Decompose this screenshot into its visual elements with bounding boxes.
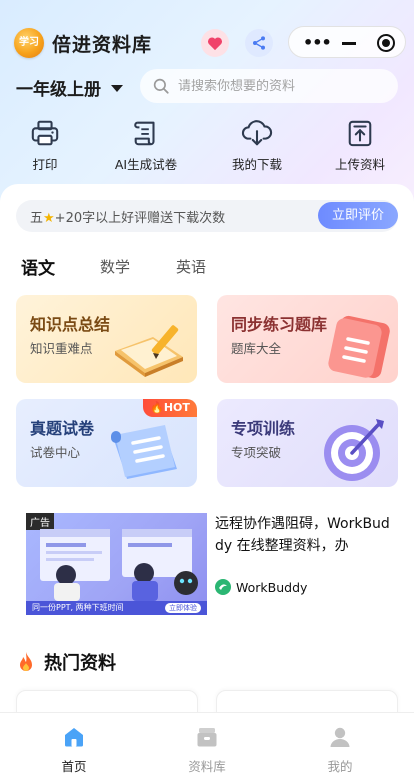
- tab-english[interactable]: 英语: [176, 256, 206, 277]
- subject-tabs: 语文 数学 英语: [0, 252, 414, 282]
- search-icon: [153, 78, 169, 94]
- app-header: 学习 倍进资料库 •••: [0, 26, 414, 62]
- logo-text: 学习: [19, 37, 39, 48]
- tab-chinese[interactable]: 语文: [20, 254, 56, 279]
- tabbar-label: 我的: [327, 759, 353, 774]
- tile-subtitle: 知识重难点: [30, 341, 93, 356]
- notebook-pencil-icon: [115, 325, 183, 377]
- main-content: 五★+20字以上好评赠送下载次数 立即评价 语文 数学 英语 知识点总结 知识重…: [0, 184, 414, 730]
- ad-strip-text: 同一份PPT, 两种下班时间: [32, 603, 124, 612]
- tile-title: 专项训练: [231, 419, 296, 438]
- more-menu-icon[interactable]: •••: [303, 33, 332, 52]
- tabbar-library[interactable]: 资料库: [167, 725, 247, 775]
- profile-icon: [330, 727, 350, 747]
- cloud-download-icon: [241, 120, 273, 146]
- scroll-icon: [134, 121, 155, 146]
- hot-badge: 🔥HOT: [143, 399, 197, 417]
- share-button[interactable]: [245, 29, 273, 57]
- miniprogram-capsule: •••: [288, 26, 406, 58]
- review-text: 五★+20字以上好评赠送下载次数: [30, 207, 225, 226]
- heart-icon: [207, 36, 223, 50]
- app-logo: 学习: [14, 28, 44, 58]
- workbuddy-logo-icon: [215, 579, 231, 595]
- minimize-icon[interactable]: [342, 42, 356, 45]
- tile-past-exams[interactable]: 真题试卷 试卷中心 🔥HOT: [16, 399, 197, 487]
- quick-actions: 打印 AI生成试卷 我的下载 上传资料: [0, 116, 414, 176]
- share-icon: [253, 36, 265, 50]
- hot-badge-text: HOT: [163, 401, 190, 414]
- question-bank-book-icon: [328, 315, 390, 379]
- tile-subtitle: 专项突破: [231, 445, 282, 460]
- tile-subtitle: 试卷中心: [30, 445, 81, 460]
- hot-section-title: 热门资料: [16, 649, 116, 675]
- upload-icon: [348, 120, 372, 147]
- quick-action-label: 上传资料: [334, 157, 385, 172]
- tile-title: 同步练习题库: [231, 315, 328, 334]
- ad-brand-name: WorkBuddy: [236, 579, 308, 595]
- tile-knowledge-summary[interactable]: 知识点总结 知识重难点: [16, 295, 197, 383]
- tile-title: 知识点总结: [30, 315, 111, 334]
- star-icon: ★: [43, 211, 55, 226]
- ad-strip: 同一份PPT, 两种下班时间 立即体验: [26, 601, 207, 615]
- tabbar-label: 首页: [61, 759, 87, 774]
- grade-label: 一年级上册: [16, 80, 101, 100]
- ad-block[interactable]: 广告 同一份PPT, 两种下班时间 立即体验 远程协作遇阻碍，WorkBuddy…: [26, 513, 398, 615]
- search-bar[interactable]: [140, 69, 398, 103]
- quick-action-label: 打印: [32, 157, 58, 172]
- ad-try-button[interactable]: 立即体验: [165, 603, 201, 613]
- tile-sync-practice[interactable]: 同步练习题库 题库大全: [217, 295, 398, 383]
- quick-action-label: AI生成试卷: [114, 157, 178, 172]
- exam-scroll-icon: [111, 425, 177, 479]
- search-input[interactable]: [178, 78, 388, 94]
- caret-down-icon: [111, 85, 123, 92]
- favorite-button[interactable]: [201, 29, 229, 57]
- tabbar-label: 资料库: [188, 759, 226, 774]
- ad-brand[interactable]: WorkBuddy: [215, 579, 307, 595]
- quick-action-ai-exam[interactable]: AI生成试卷: [101, 116, 191, 173]
- target-icon: [324, 419, 384, 481]
- fire-icon: [20, 652, 32, 671]
- archive-icon: [197, 728, 217, 747]
- grade-selector[interactable]: 一年级上册: [16, 75, 123, 100]
- ad-image[interactable]: 广告 同一份PPT, 两种下班时间 立即体验: [26, 513, 207, 615]
- tile-subtitle: 题库大全: [231, 341, 282, 356]
- tile-title: 真题试卷: [30, 419, 95, 438]
- review-now-button[interactable]: 立即评价: [318, 202, 398, 229]
- tile-special-training[interactable]: 专项训练 专项突破: [217, 399, 398, 487]
- hot-section-label: 热门资料: [44, 653, 116, 674]
- tab-math[interactable]: 数学: [100, 256, 130, 277]
- ad-illustration: [40, 529, 198, 601]
- quick-action-label: 我的下载: [231, 157, 282, 172]
- tabbar-home[interactable]: 首页: [34, 725, 114, 775]
- printer-icon: [31, 120, 59, 146]
- ad-text[interactable]: 远程协作遇阻碍，WorkBuddy 在线整理资料，办: [215, 513, 391, 557]
- quick-action-upload[interactable]: 上传资料: [315, 116, 405, 173]
- review-text-prefix: 五: [30, 211, 44, 226]
- app-title: 倍进资料库: [52, 34, 153, 56]
- quick-action-downloads[interactable]: 我的下载: [212, 116, 302, 173]
- bottom-tab-bar: 首页 资料库 我的: [0, 712, 414, 780]
- home-icon: [65, 728, 83, 747]
- close-miniprogram-icon[interactable]: [377, 34, 395, 52]
- quick-action-print[interactable]: 打印: [0, 116, 90, 173]
- tabbar-profile[interactable]: 我的: [300, 725, 380, 775]
- review-text-suffix: +20字以上好评赠送下载次数: [54, 211, 226, 226]
- review-banner[interactable]: 五★+20字以上好评赠送下载次数 立即评价: [16, 200, 398, 232]
